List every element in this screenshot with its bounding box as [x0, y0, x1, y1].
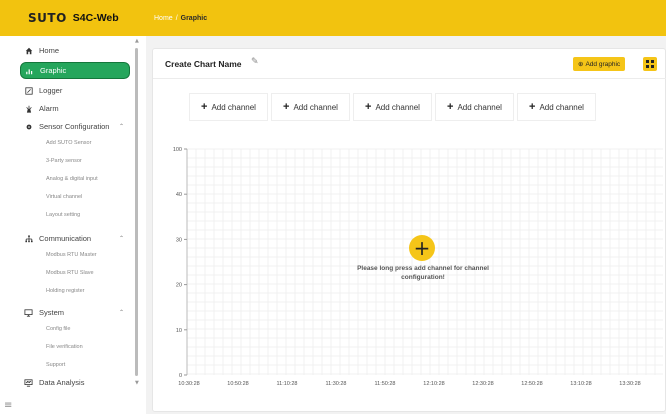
empty-chart-message: Please long press add channel for channe…: [323, 265, 523, 283]
network-icon: [24, 234, 33, 243]
logger-icon: [24, 86, 33, 95]
add-channel-label: Add channel: [293, 102, 338, 112]
menu-toggle-icon[interactable]: ≡: [4, 400, 12, 411]
sidebar-item-alarm[interactable]: Alarm: [20, 100, 130, 117]
scroll-up-arrow-icon[interactable]: ▲: [135, 38, 139, 44]
sidebar-subitem-file-verification[interactable]: File verification: [46, 344, 83, 350]
add-channel-label: Add channel: [375, 102, 420, 112]
chevron-up-icon[interactable]: ⌃: [119, 235, 124, 242]
plus-icon: +: [529, 101, 536, 113]
sidebar-item-communication[interactable]: Communication ⌃: [20, 230, 130, 247]
sidebar-item-graphic[interactable]: Graphic: [20, 62, 130, 79]
sidebar-item-logger[interactable]: Logger: [20, 82, 130, 99]
chevron-up-icon[interactable]: ⌃: [119, 309, 124, 316]
chevron-up-icon[interactable]: ⌃: [119, 123, 124, 130]
empty-chart-message-line2: configuration!: [401, 273, 445, 281]
plus-icon: +: [365, 101, 372, 113]
x-tick-label: 10:30:28: [178, 381, 199, 387]
y-tick-label: 40: [176, 192, 182, 198]
add-channel-plus-icon[interactable]: +: [409, 235, 435, 261]
empty-chart-message-line1: Please long press add channel for channe…: [357, 265, 489, 272]
sensor-icon: [24, 123, 33, 131]
sidebar-subitem-modbus-rtu-master[interactable]: Modbus RTU Master: [46, 252, 97, 258]
plus-icon: +: [283, 101, 290, 113]
add-graphic-label: Add graphic: [585, 60, 621, 68]
sidebar-item-label: Data Analysis: [39, 378, 85, 387]
x-tick-label: 12:10:28: [423, 381, 444, 387]
sidebar-item-sensor-configuration[interactable]: Sensor Configuration ⌃: [20, 118, 130, 135]
add-channel-label: Add channel: [539, 102, 584, 112]
home-icon: [24, 47, 33, 55]
sidebar: Home Graphic Logger Alarm Sensor Configu…: [0, 36, 146, 414]
sidebar-item-home[interactable]: Home: [20, 42, 130, 59]
sidebar-item-label: Alarm: [39, 104, 59, 113]
app-name: S4C-Web: [72, 12, 119, 24]
add-channel-button[interactable]: + Add channel: [435, 93, 514, 121]
sidebar-item-label: Logger: [39, 86, 63, 95]
scroll-down-arrow-icon[interactable]: ▼: [135, 380, 139, 386]
y-tick-label: 20: [176, 283, 182, 289]
chart-name[interactable]: Create Chart Name: [165, 59, 242, 69]
sidebar-subitem-virtual-channel[interactable]: Virtual channel: [46, 194, 82, 200]
chart-card: Create Chart Name ✎ ⊕ Add graphic + Add c…: [152, 48, 666, 412]
sidebar-subitem-analog-digital-input[interactable]: Analog & digital input: [46, 176, 98, 182]
layout-grid-button[interactable]: [643, 57, 657, 71]
x-tick-label: 11:50:28: [374, 381, 395, 387]
brand[interactable]: SUTO S4C-Web: [0, 11, 148, 25]
sidebar-subitem-config-file[interactable]: Config file: [46, 326, 70, 332]
sidebar-scrollbar[interactable]: [135, 48, 138, 376]
x-tick-label: 13:10:28: [570, 381, 591, 387]
channel-bar: + Add channel + Add channel + Add channel +…: [189, 93, 599, 121]
add-channel-button[interactable]: + Add channel: [517, 93, 596, 121]
sidebar-subitem-3-party-sensor[interactable]: 3-Party sensor: [46, 158, 82, 164]
breadcrumb-current: Graphic: [180, 14, 208, 22]
sidebar-item-system[interactable]: System ⌃: [20, 304, 130, 321]
grid-icon: [646, 60, 654, 68]
top-bar: SUTO S4C-Web Home / Graphic: [0, 0, 666, 36]
x-tick-label: 11:30:28: [325, 381, 346, 387]
breadcrumb: Home / Graphic: [148, 15, 207, 22]
sidebar-item-data-analysis[interactable]: Data Analysis: [20, 374, 130, 391]
suto-logo: SUTO: [28, 11, 67, 25]
add-circle-icon: ⊕: [578, 61, 584, 68]
sidebar-item-label: Communication: [39, 234, 92, 243]
sidebar-subitem-modbus-rtu-slave[interactable]: Modbus RTU Slave: [46, 270, 94, 276]
sidebar-subitem-layout-setting[interactable]: Layout setting: [46, 212, 80, 218]
add-channel-button[interactable]: + Add channel: [353, 93, 432, 121]
sidebar-subitem-add-suto-sensor[interactable]: Add SUTO Sensor: [46, 140, 91, 146]
y-tick-label: 0: [179, 373, 182, 379]
plus-icon: +: [201, 101, 208, 113]
add-channel-button[interactable]: + Add channel: [189, 93, 268, 121]
chart-icon: [25, 67, 34, 75]
sidebar-item-label: Graphic: [40, 66, 67, 75]
x-tick-label: 12:50:28: [521, 381, 542, 387]
alarm-icon: [24, 105, 33, 113]
chart-card-header: Create Chart Name ✎ ⊕ Add graphic: [153, 49, 666, 79]
x-tick-label: 11:10:28: [276, 381, 297, 387]
sidebar-item-label: Sensor Configuration: [39, 122, 110, 131]
pencil-icon[interactable]: ✎: [251, 57, 259, 67]
y-tick-label: 100: [173, 147, 182, 153]
plus-icon: +: [447, 101, 454, 113]
data-analysis-icon: [24, 378, 33, 387]
add-channel-button[interactable]: + Add channel: [271, 93, 350, 121]
sidebar-subitem-holding-register[interactable]: Holding register: [46, 288, 85, 294]
x-tick-label: 10:50:28: [227, 381, 248, 387]
x-tick-label: 13:30:28: [619, 381, 640, 387]
breadcrumb-home[interactable]: Home: [154, 15, 173, 22]
sidebar-item-label: System: [39, 308, 65, 317]
add-channel-label: Add channel: [211, 102, 256, 112]
sidebar-item-label: Home: [39, 46, 60, 55]
add-graphic-button[interactable]: ⊕ Add graphic: [573, 57, 626, 71]
y-tick-label: 30: [176, 237, 182, 243]
y-tick-label: 10: [176, 328, 182, 334]
sidebar-subitem-support[interactable]: Support: [46, 362, 65, 368]
monitor-icon: [24, 308, 33, 317]
add-channel-label: Add channel: [457, 102, 502, 112]
breadcrumb-separator: /: [175, 14, 178, 22]
x-tick-label: 12:30:28: [472, 381, 493, 387]
